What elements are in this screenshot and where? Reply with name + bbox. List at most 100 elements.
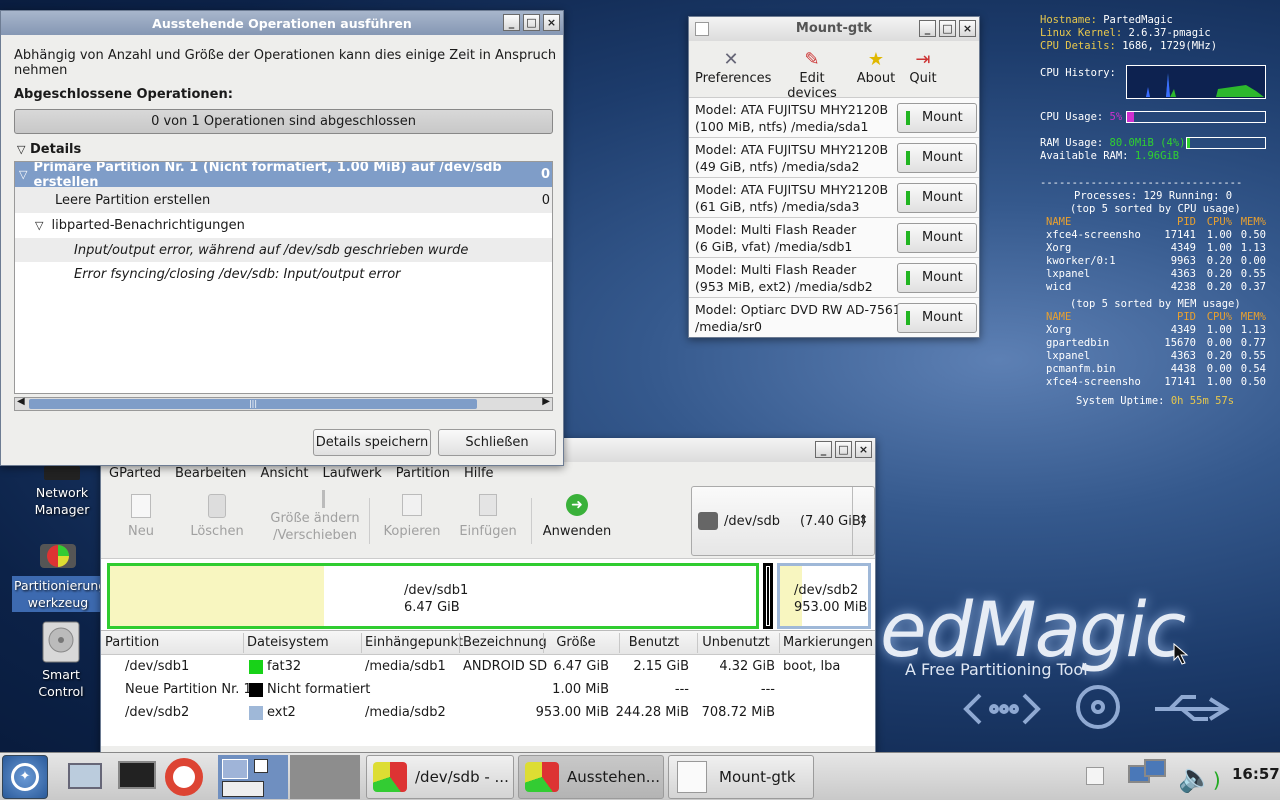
conky-cell: 1.13 [1240, 242, 1266, 254]
conky-table-row: gpartedbin 15670 0.00 0.77 [1040, 337, 1272, 350]
device-mountpoint: (953 MiB, ext2) /media/sdb2 [695, 279, 873, 294]
column-header[interactable]: Unbenutzt [701, 635, 771, 650]
desktop-icon-network-manager[interactable]: Network Manager [22, 466, 102, 518]
quit-button[interactable]: ⇥ Quit [905, 49, 941, 86]
show-desktop-button[interactable] [64, 759, 108, 795]
horizontal-scrollbar[interactable]: ◀ ||| ▶ [14, 396, 553, 411]
menu-partition[interactable]: Partition [396, 466, 450, 481]
column-header[interactable]: Einhängepunkt [365, 635, 463, 650]
mount-button[interactable]: Mount [897, 303, 977, 333]
mount-button[interactable]: Mount [897, 223, 977, 253]
conky-table-row: kworker/0:1 9963 0.20 0.00 [1040, 255, 1272, 268]
tray-notification-icon[interactable] [1086, 767, 1104, 785]
workspace-2[interactable] [290, 755, 360, 799]
table-row[interactable]: /dev/sdb2 ext2/media/sdb2 953.00 MiB 244.28… [101, 701, 875, 724]
details-expander[interactable]: ▽ Details [17, 142, 81, 157]
conky-cell: xfce4-screensho [1046, 229, 1141, 241]
device-mountpoint: (6 GiB, vfat) /media/sdb1 [695, 239, 853, 254]
close-dialog-button[interactable]: Schließen [438, 429, 556, 456]
network-tray-icon[interactable] [1124, 759, 1172, 795]
partition-block-sdb1[interactable]: /dev/sdb1 6.47 GiB [107, 563, 759, 629]
terminal-launcher[interactable] [116, 759, 160, 795]
maximize-button[interactable]: □ [835, 441, 852, 458]
save-details-button[interactable]: Details speichern [313, 429, 431, 456]
tree-row-fsync-error[interactable]: Error fsyncing/closing /dev/sdb: Input/o… [15, 262, 552, 286]
device-model: Model: Optiarc DVD RW AD-7561A [695, 302, 910, 317]
workspace-1[interactable] [218, 755, 288, 799]
menu-gparted[interactable]: GParted [109, 466, 161, 481]
cpu-usage-value: 5% [1109, 111, 1123, 123]
tools-icon: ✕ [723, 49, 739, 70]
cell-used: 244.28 MiB [615, 705, 689, 720]
minimize-button[interactable]: _ [815, 441, 832, 458]
expander-triangle-icon: ▽ [35, 219, 44, 232]
help-launcher[interactable] [164, 757, 208, 797]
close-button[interactable]: × [855, 441, 872, 458]
volume-icon[interactable]: 🔈) [1178, 761, 1228, 795]
scrollbar-thumb[interactable]: ||| [29, 399, 477, 409]
task-mount-gtk[interactable]: Mount-gtk [668, 755, 814, 799]
edit-devices-button[interactable]: ✎ Edit devices [775, 49, 849, 101]
harddisk-icon [42, 621, 80, 663]
cpu-usage-label: CPU Usage: [1040, 111, 1104, 123]
maximize-button[interactable]: □ [939, 20, 956, 37]
partition-block-unformatted[interactable] [763, 563, 773, 629]
column-header[interactable]: Bezeichnung [463, 635, 547, 650]
preferences-button[interactable]: ✕ Preferences [695, 49, 771, 86]
status-led-icon [906, 311, 910, 325]
partition-block-sdb2[interactable]: /dev/sdb2 953.00 MiB [777, 563, 871, 629]
mem-top-heading: (top 5 sorted by MEM usage) [1070, 298, 1241, 310]
close-button[interactable]: × [543, 14, 560, 31]
tree-row-libparted[interactable]: ▽ libparted-Benachrichtigungen [15, 213, 552, 238]
device-row: Model: Multi Flash Reader (6 GiB, vfat) /… [689, 217, 979, 257]
menu-ansicht[interactable]: Ansicht [260, 466, 308, 481]
task-gparted[interactable]: /dev/sdb - ... [366, 755, 514, 799]
mount-button[interactable]: Mount [897, 183, 977, 213]
conky-cell: Xorg [1046, 324, 1072, 336]
conky-cell: 0.20 [1206, 281, 1232, 293]
column-header[interactable]: Größe [547, 635, 605, 650]
toolbar-paste[interactable]: Einfügen [457, 494, 519, 539]
column-header[interactable]: Dateisystem [247, 635, 363, 650]
tree-row-empty-partition[interactable]: Leere Partition erstellen 0 [15, 187, 552, 213]
tree-row-io-error[interactable]: Input/output error, während auf /dev/sdb… [15, 238, 552, 262]
toolbar-resize[interactable]: Größe ändern/Verschieben [269, 490, 361, 544]
menu-laufwerk[interactable]: Laufwerk [322, 466, 381, 481]
minimize-button[interactable]: _ [919, 20, 936, 37]
toolbar-copy[interactable]: Kopieren [381, 494, 443, 539]
menu-hilfe[interactable]: Hilfe [464, 466, 494, 481]
table-row[interactable]: Neue Partition Nr. 1 Nicht formatiert 1.00… [101, 678, 875, 701]
expander-triangle-icon: ▽ [19, 168, 28, 181]
details-tree: ▽ Primäre Partition Nr. 1 (Nicht formatie… [14, 161, 553, 394]
gparted-window: _ □ × GParted Bearbeiten Ansicht Laufwerk Part… [100, 438, 876, 754]
menu-bearbeiten[interactable]: Bearbeiten [175, 466, 246, 481]
table-row[interactable]: /dev/sdb1 fat32/media/sdb1 ANDROID SD 6.47 … [101, 655, 875, 678]
conky-cell: 0.00 [1206, 363, 1232, 375]
cell-unused: 708.72 MiB [701, 705, 775, 720]
maximize-button[interactable]: □ [523, 14, 540, 31]
tree-row-create-partition[interactable]: ▽ Primäre Partition Nr. 1 (Nicht formatie… [15, 162, 552, 190]
resize-icon [305, 490, 325, 508]
desktop-icon-smart-control[interactable]: Smart Control [18, 620, 104, 700]
toolbar-new[interactable]: Neu [121, 494, 161, 539]
conky-cell: 4438 [1170, 363, 1196, 375]
mount-button[interactable]: Mount [897, 143, 977, 173]
column-header[interactable]: Benutzt [623, 635, 685, 650]
partition-map: /dev/sdb1 6.47 GiB /dev/sdb2 953.00 MiB [101, 558, 875, 630]
desktop-icon-partition-tool[interactable]: Partitionierungs werkzeug [12, 534, 113, 612]
device-selector[interactable]: /dev/sdb (7.40 GiB) ⇕ [691, 486, 875, 556]
column-header[interactable]: Partition [105, 635, 245, 650]
mount-button[interactable]: Mount [897, 103, 977, 133]
start-menu-button[interactable]: ✦ [2, 755, 48, 799]
toolbar-apply[interactable]: ➜ Anwenden [539, 494, 615, 539]
close-button[interactable]: × [959, 20, 976, 37]
about-button[interactable]: ★ About [855, 49, 897, 86]
processes-line: Processes: 129 Running: 0 [1074, 190, 1233, 202]
sdb1-map-size: 6.47 GiB [404, 600, 460, 615]
workspace-pager[interactable] [218, 755, 360, 799]
task-pending-operations[interactable]: Ausstehen... [518, 755, 664, 799]
column-header[interactable]: Markierungen [783, 635, 873, 650]
minimize-button[interactable]: _ [503, 14, 520, 31]
toolbar-delete[interactable]: Löschen [189, 494, 245, 539]
mount-button[interactable]: Mount [897, 263, 977, 293]
